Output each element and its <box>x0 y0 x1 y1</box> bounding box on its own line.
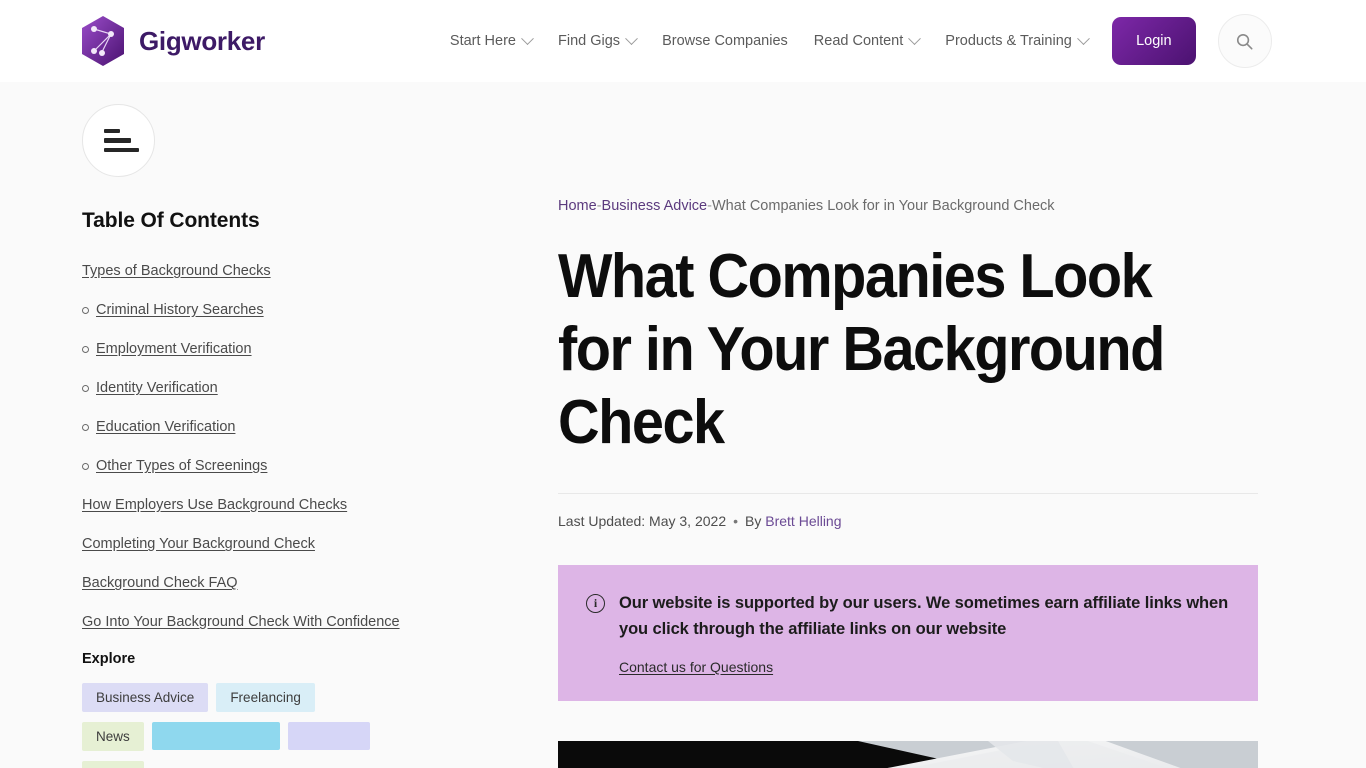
author-link[interactable]: Brett Helling <box>765 513 841 529</box>
tag-row2-item-3[interactable] <box>82 761 144 768</box>
breadcrumb-home[interactable]: Home <box>558 198 597 214</box>
toc-line-1 <box>104 128 120 134</box>
contact-us-link[interactable]: Contact us for Questions <box>619 659 773 675</box>
toc-link[interactable]: Background Check FAQ <box>82 575 238 591</box>
toc-link[interactable]: Other Types of Screenings <box>96 458 267 474</box>
tag-row2-item-2[interactable] <box>287 722 370 751</box>
affiliate-disclosure-box: i Our website is supported by our users.… <box>558 565 1258 701</box>
article-byline: Last Updated: May 3, 2022 • By Brett Helli… <box>558 513 1258 529</box>
chevron-down-icon <box>521 31 534 45</box>
tag-news[interactable]: News <box>82 722 144 752</box>
article-hero-image: yment COMPANY OR EMPLOYER NAME: tion app… <box>558 740 1258 768</box>
main-navigation: Start Here Find Gigs Browse Companies Re… <box>449 31 1090 49</box>
by-label: By <box>745 513 762 530</box>
nav-label: Start Here <box>449 33 516 49</box>
toc-item: Criminal History Searches <box>82 300 518 321</box>
search-icon <box>1237 33 1253 50</box>
login-button[interactable]: Login <box>1111 17 1196 65</box>
chevron-down-icon <box>908 31 922 45</box>
toc-toggle-button[interactable] <box>82 104 155 177</box>
toc-line-2 <box>104 138 131 143</box>
brand-name: Gigworker <box>139 25 265 56</box>
breadcrumb: Home-Business Advice-What Companies Look… <box>558 198 1258 214</box>
nav-item-start-here[interactable]: Start Here <box>449 31 534 49</box>
hexagon-network-logo-icon <box>82 16 124 66</box>
tag-freelancing[interactable]: Freelancing <box>216 683 315 713</box>
explore-tag-list: Business Advice Freelancing News <box>82 683 372 768</box>
toc-item: Other Types of Screenings <box>82 456 518 477</box>
breadcrumb-current: What Companies Look for in Your Backgrou… <box>711 198 1055 214</box>
nav-item-read-content[interactable]: Read Content <box>813 31 922 49</box>
site-header: Gigworker Start Here Find Gigs Browse Co… <box>0 0 1366 82</box>
toc-item: Types of Background Checks <box>82 261 518 282</box>
toc-item: Identity Verification <box>82 378 518 399</box>
toc-item: Background Check FAQ <box>82 573 518 594</box>
info-icon: i <box>586 594 605 614</box>
title-divider <box>558 493 1258 495</box>
notice-text: Our website is supported by our users. W… <box>619 594 1229 638</box>
toc-link[interactable]: Employment Verification <box>96 341 252 357</box>
toc-link[interactable]: Criminal History Searches <box>96 302 264 318</box>
chevron-down-icon <box>1076 31 1090 45</box>
toc-item: Go Into Your Background Check With Confi… <box>82 612 518 633</box>
nav-label: Find Gigs <box>558 33 621 49</box>
chevron-down-icon <box>625 31 638 45</box>
toc-item: Employment Verification <box>82 339 518 360</box>
nav-item-browse-companies[interactable]: Browse Companies <box>662 33 788 49</box>
tag-row2-item-1[interactable] <box>151 722 280 751</box>
last-updated-text: Last Updated: May 3, 2022 <box>558 513 727 530</box>
toc-link[interactable]: Education Verification <box>96 419 235 435</box>
toc-link[interactable]: Identity Verification <box>96 380 218 396</box>
notice-body: Our website is supported by our users. W… <box>619 591 1230 676</box>
tag-business-advice[interactable]: Business Advice <box>82 683 209 713</box>
page-title: What Companies Look for in Your Backgrou… <box>558 242 1165 458</box>
nav-item-products-training[interactable]: Products & Training <box>945 31 1090 49</box>
nav-label: Browse Companies <box>662 33 788 49</box>
breadcrumb-category[interactable]: Business Advice <box>602 198 708 214</box>
toc-list: Types of Background Checks Criminal Hist… <box>82 261 518 633</box>
sidebar: Table Of Contents Types of Background Ch… <box>0 82 558 768</box>
toc-title: Table Of Contents <box>82 209 260 232</box>
page-body: Table Of Contents Types of Background Ch… <box>0 82 1366 768</box>
toc-link[interactable]: How Employers Use Background Checks <box>82 497 347 513</box>
toc-link[interactable]: Completing Your Background Check <box>82 536 315 552</box>
toc-item: Completing Your Background Check <box>82 534 518 555</box>
explore-title: Explore <box>82 651 136 668</box>
employment-application-photo: yment COMPANY OR EMPLOYER NAME: tion app… <box>558 740 1258 768</box>
toc-link[interactable]: Go Into Your Background Check With Confi… <box>82 614 400 630</box>
toc-item: Education Verification <box>82 417 518 438</box>
search-button[interactable] <box>1217 14 1272 68</box>
toc-link[interactable]: Types of Background Checks <box>82 263 271 279</box>
nav-label: Read Content <box>813 33 904 49</box>
toc-item: How Employers Use Background Checks <box>82 495 518 516</box>
nav-label: Products & Training <box>945 33 1072 49</box>
toc-line-3 <box>104 147 139 153</box>
byline-separator: • <box>733 513 739 530</box>
brand-logo[interactable]: Gigworker <box>80 15 265 67</box>
nav-item-find-gigs[interactable]: Find Gigs <box>558 31 638 49</box>
article-content: Home-Business Advice-What Companies Look… <box>558 82 1366 768</box>
